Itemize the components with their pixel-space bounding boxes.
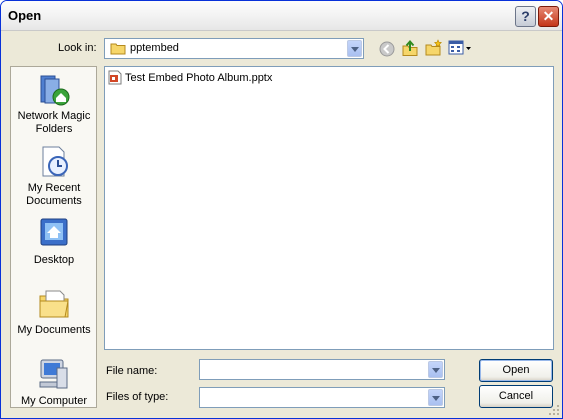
place-my-computer[interactable]: My Computer	[11, 358, 97, 408]
place-my-documents[interactable]: My Documents	[11, 287, 97, 337]
window-title: Open	[8, 8, 42, 23]
folder-icon	[110, 43, 126, 55]
look-in-label: Look in:	[58, 42, 97, 54]
place-label-line2: Folders	[35, 123, 73, 135]
place-label-line1: Network Magic	[17, 110, 91, 122]
file-name-input[interactable]	[199, 359, 445, 380]
look-in-combo[interactable]: pptembed	[104, 38, 364, 59]
files-of-type-select[interactable]	[199, 387, 445, 408]
views-menu-icon[interactable]	[448, 40, 472, 56]
files-of-type-label: Files of type:	[106, 391, 169, 403]
file-list[interactable]: Test Embed Photo Album.pptx	[104, 66, 554, 350]
new-folder-icon[interactable]	[425, 39, 443, 57]
cancel-button[interactable]: Cancel	[479, 385, 553, 408]
pptx-file-icon	[108, 70, 122, 85]
my-computer-icon	[39, 359, 68, 389]
resize-grip-icon[interactable]	[548, 404, 560, 416]
help-button[interactable]: ?	[515, 6, 536, 27]
files-of-type-dropdown-arrow[interactable]	[428, 389, 443, 406]
help-icon: ?	[521, 8, 530, 24]
title-bar[interactable]: Open ? ✕	[1, 1, 562, 31]
place-label-line2: Documents	[26, 195, 82, 207]
place-label-line1: My Computer	[20, 395, 88, 407]
file-name-dropdown-arrow[interactable]	[428, 361, 443, 378]
up-folder-icon[interactable]	[401, 39, 419, 57]
desktop-icon	[40, 218, 68, 246]
place-label-line1: My Documents	[17, 324, 91, 336]
file-name: Test Embed Photo Album.pptx	[125, 71, 273, 84]
place-my-recent-documents[interactable]: My Recent Documents	[11, 145, 97, 208]
network-folder-icon	[40, 75, 70, 106]
place-desktop[interactable]: Desktop	[11, 217, 97, 267]
look-in-dropdown-arrow[interactable]	[347, 40, 362, 57]
file-name-label: File name:	[106, 365, 158, 377]
recent-documents-icon	[42, 146, 68, 177]
open-button[interactable]: Open	[479, 359, 553, 382]
open-dialog: Open ? ✕ Look in: pptembed Network Magic…	[0, 0, 563, 419]
place-network-magic-folders[interactable]: Network Magic Folders	[11, 73, 97, 136]
close-button[interactable]: ✕	[538, 6, 559, 27]
close-icon: ✕	[542, 8, 555, 24]
back-icon[interactable]	[379, 41, 395, 57]
places-bar: Network Magic Folders My Recent Document…	[10, 66, 97, 408]
list-item[interactable]: Test Embed Photo Album.pptx	[108, 70, 272, 85]
place-label-line1: Desktop	[33, 254, 75, 266]
place-label-line1: My Recent	[27, 182, 81, 194]
look-in-value: pptembed	[130, 42, 179, 54]
my-documents-folder-icon	[39, 290, 69, 318]
